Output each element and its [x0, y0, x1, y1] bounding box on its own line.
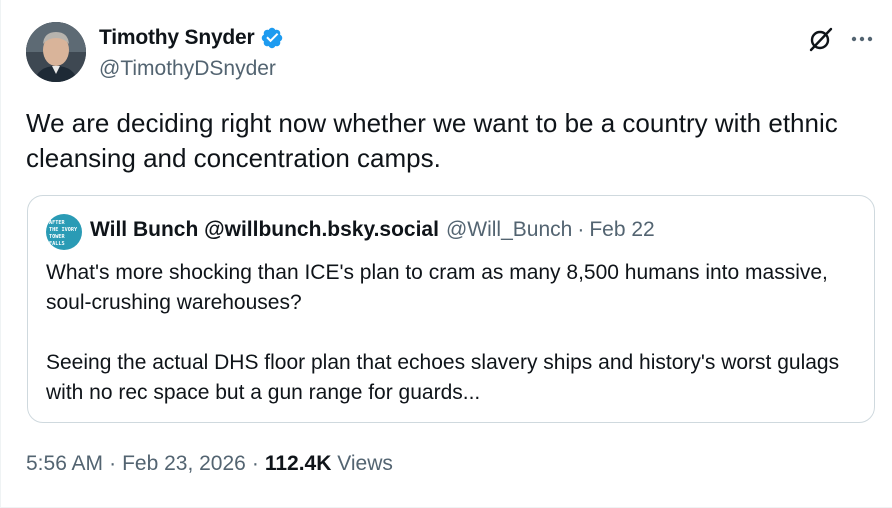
- grok-icon[interactable]: [808, 26, 834, 52]
- tweet-time[interactable]: 5:56 AM: [26, 452, 103, 475]
- verified-badge-icon: [260, 26, 284, 50]
- author-display-name[interactable]: Timothy Snyder: [99, 26, 255, 50]
- quoted-avatar-image: AFTER THE IVORY TOWER FALLS: [46, 214, 82, 250]
- quoted-author-name[interactable]: Will Bunch @willbunch.bsky.social: [90, 218, 439, 242]
- quoted-header: Will Bunch @willbunch.bsky.social @Will_…: [90, 218, 655, 242]
- quoted-paragraph: What's more shocking than ICE's plan to …: [46, 261, 828, 314]
- quoted-author-handle[interactable]: @Will_Bunch: [446, 218, 572, 242]
- meta-separator: ·: [251, 452, 259, 475]
- meta-separator: ·: [109, 452, 117, 475]
- quoted-paragraph: Seeing the actual DHS floor plan that ec…: [46, 351, 840, 404]
- quoted-author-avatar[interactable]: AFTER THE IVORY TOWER FALLS: [46, 214, 82, 250]
- author-avatar-image: [26, 22, 86, 82]
- tweet-date[interactable]: Feb 23, 2026: [122, 452, 246, 475]
- quoted-text: What's more shocking than ICE's plan to …: [46, 258, 846, 408]
- tweet: Timothy Snyder @TimothyDSnyder We are de…: [0, 0, 892, 508]
- views-label[interactable]: Views: [337, 452, 393, 475]
- author-avatar[interactable]: [26, 22, 86, 82]
- quoted-separator: ·: [577, 218, 585, 241]
- views-count[interactable]: 112.4K: [265, 452, 332, 475]
- quoted-tweet[interactable]: AFTER THE IVORY TOWER FALLS Will Bunch @…: [27, 195, 875, 423]
- more-options-icon[interactable]: [849, 28, 875, 50]
- quoted-date[interactable]: Feb 22: [589, 218, 654, 242]
- left-divider: [0, 0, 1, 508]
- display-name-row: Timothy Snyder: [99, 26, 284, 50]
- tweet-text: We are deciding right now whether we wan…: [26, 108, 838, 173]
- tweet-meta: 5:56 AM · Feb 23, 2026 · 112.4K Views: [26, 452, 393, 476]
- author-handle[interactable]: @TimothyDSnyder: [99, 57, 276, 81]
